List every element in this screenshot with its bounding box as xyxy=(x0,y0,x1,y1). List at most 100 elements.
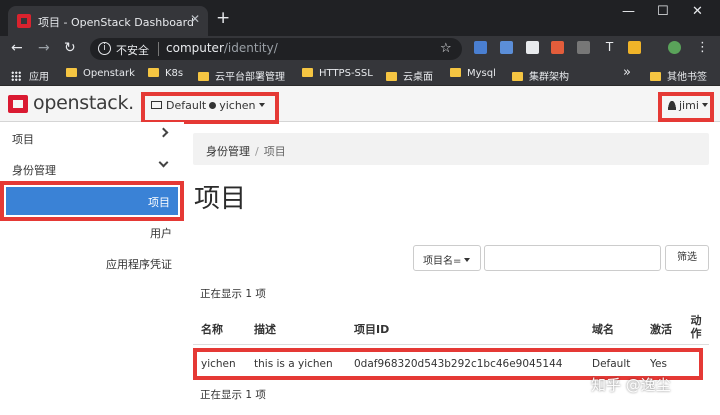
site-info-icon[interactable]: i xyxy=(98,42,111,55)
apps-grid-icon xyxy=(11,71,21,81)
filter-button[interactable]: 筛选 xyxy=(665,245,709,271)
logo-text: openstack. xyxy=(33,92,134,114)
bookmarks-bar: 应用 Openstark K8s 云平台部署管理 HTTPS-SSL 云桌面 M… xyxy=(0,62,720,86)
cell-domain: Default xyxy=(592,358,631,370)
caret-down-icon xyxy=(464,258,471,262)
project-name: yichen xyxy=(219,99,256,112)
user-name: jimi xyxy=(679,99,699,112)
extension-icon[interactable] xyxy=(628,41,641,54)
column-header-enabled[interactable]: 激活 xyxy=(650,321,672,337)
folder-icon xyxy=(450,68,461,77)
browser-tab-strip: 项目 - OpenStack Dashboard ✕ + — ☐ ✕ xyxy=(0,0,720,36)
caret-down-icon xyxy=(701,103,708,107)
browser-menu-icon[interactable]: ⋮ xyxy=(696,40,709,55)
back-arrow-icon[interactable]: ← xyxy=(11,40,23,56)
watermark: 知乎 @逸尘 xyxy=(591,376,671,394)
column-header-actions: 动作 xyxy=(690,314,702,340)
breadcrumb-item[interactable]: 身份管理 xyxy=(206,145,250,158)
minimize-icon[interactable]: — xyxy=(622,4,635,19)
bookmark-folder[interactable]: Openstark xyxy=(66,68,135,79)
separator-dot-icon xyxy=(209,102,217,109)
column-header-name[interactable]: 名称 xyxy=(201,321,223,337)
folder-icon xyxy=(302,68,313,77)
cell-project-id: 0daf968320d543b292c1bc46e9045144 xyxy=(354,358,563,370)
breadcrumb-separator: / xyxy=(255,145,259,158)
forward-arrow-icon[interactable]: → xyxy=(38,40,50,56)
domain-name: Default xyxy=(166,99,207,112)
filter-input[interactable] xyxy=(484,245,661,271)
bookmarks-overflow[interactable]: » xyxy=(623,65,631,80)
bookmark-label: 集群架构 xyxy=(529,72,569,83)
domain-icon xyxy=(151,101,162,109)
extension-icon[interactable] xyxy=(551,41,564,54)
folder-icon xyxy=(512,72,523,81)
translate-extension-icon[interactable] xyxy=(474,41,487,54)
window-close-icon[interactable]: ✕ xyxy=(692,4,703,19)
bookmark-folder[interactable]: K8s xyxy=(148,68,183,79)
user-icon xyxy=(668,101,676,110)
chevron-down-icon xyxy=(158,157,169,168)
sidebar-item-projects-active[interactable]: 项目 xyxy=(0,181,184,221)
item-count-bottom: 正在显示 1 项 xyxy=(200,389,266,401)
page-title: 项目 xyxy=(194,184,247,214)
cell-project-name[interactable]: yichen xyxy=(201,358,236,370)
project-selector[interactable]: Default yichen xyxy=(141,92,279,124)
folder-icon xyxy=(198,72,209,81)
profile-avatar[interactable] xyxy=(668,41,681,54)
filter-field-dropdown[interactable]: 项目名= xyxy=(413,245,481,271)
folder-icon xyxy=(148,68,159,77)
caret-down-icon xyxy=(258,103,265,107)
sidebar-item-app-credentials[interactable]: 应用程序凭证 xyxy=(106,256,172,272)
security-label: 不安全 xyxy=(116,44,149,57)
browser-tab-active[interactable]: 项目 - OpenStack Dashboard ✕ xyxy=(8,6,208,36)
bookmark-folder[interactable]: 云平台部署管理 xyxy=(198,68,285,83)
folder-icon xyxy=(386,72,397,81)
bookmark-folder[interactable]: 其他书签 xyxy=(650,68,707,83)
column-header-description[interactable]: 描述 xyxy=(254,321,276,337)
extension-icon[interactable] xyxy=(577,41,590,54)
url-host: computer xyxy=(166,41,224,55)
cell-description: this is a yichen xyxy=(254,358,333,370)
sidebar-item-project[interactable]: 项目 xyxy=(0,124,184,152)
tab-close-icon[interactable]: ✕ xyxy=(190,12,200,26)
bookmark-folder[interactable]: Mysql xyxy=(450,68,496,79)
text-extension-icon[interactable]: T xyxy=(603,41,616,54)
url-text[interactable]: computer/identity/ xyxy=(166,41,278,55)
sidebar-item-users[interactable]: 用户 xyxy=(150,225,172,241)
bookmark-label: 云平台部署管理 xyxy=(215,72,285,83)
folder-icon xyxy=(650,72,661,81)
bookmark-apps[interactable]: 应用 xyxy=(11,68,49,83)
extension-icon[interactable] xyxy=(526,41,539,54)
cell-enabled: Yes xyxy=(650,358,667,370)
bookmark-folder[interactable]: 集群架构 xyxy=(512,68,569,83)
bookmark-folder[interactable]: HTTPS-SSL xyxy=(302,68,373,79)
bookmark-label: HTTPS-SSL xyxy=(319,68,373,79)
maximize-icon[interactable]: ☐ xyxy=(657,4,669,19)
bookmark-star-icon[interactable]: ☆ xyxy=(440,41,452,56)
sidebar-item-label: 身份管理 xyxy=(12,164,56,177)
new-tab-icon[interactable]: + xyxy=(216,8,230,28)
folder-icon xyxy=(66,68,77,77)
reload-icon[interactable]: ↻ xyxy=(64,40,76,56)
column-header-project-id[interactable]: 项目ID xyxy=(354,321,389,337)
breadcrumb: 身份管理 / 项目 xyxy=(193,133,709,165)
bookmark-folder[interactable]: 云桌面 xyxy=(386,68,433,83)
sidebar-item-label: 项目 xyxy=(12,133,34,146)
openstack-favicon-icon xyxy=(17,14,31,28)
openstack-logo-icon xyxy=(8,95,28,113)
bookmark-label: 应用 xyxy=(29,72,49,83)
item-count: 正在显示 1 项 xyxy=(200,288,266,300)
breadcrumb-current: 项目 xyxy=(263,145,286,158)
bookmark-label: 云桌面 xyxy=(403,72,433,83)
filter-field-label: 项目名= xyxy=(423,256,462,267)
omnibox-separator xyxy=(158,42,159,56)
user-menu[interactable]: jimi xyxy=(658,92,714,122)
bookmark-label: K8s xyxy=(165,68,184,79)
column-header-domain[interactable]: 域名 xyxy=(592,321,614,337)
sidebar-item-label: 项目 xyxy=(148,196,170,209)
bookmark-label: 其他书签 xyxy=(667,72,707,83)
tab-title: 项目 - OpenStack Dashboard xyxy=(38,16,194,29)
extension-icon[interactable] xyxy=(500,41,513,54)
sidebar-item-identity[interactable]: 身份管理 xyxy=(0,155,184,183)
address-bar[interactable]: i 不安全 computer/identity/ ☆ xyxy=(90,38,462,60)
